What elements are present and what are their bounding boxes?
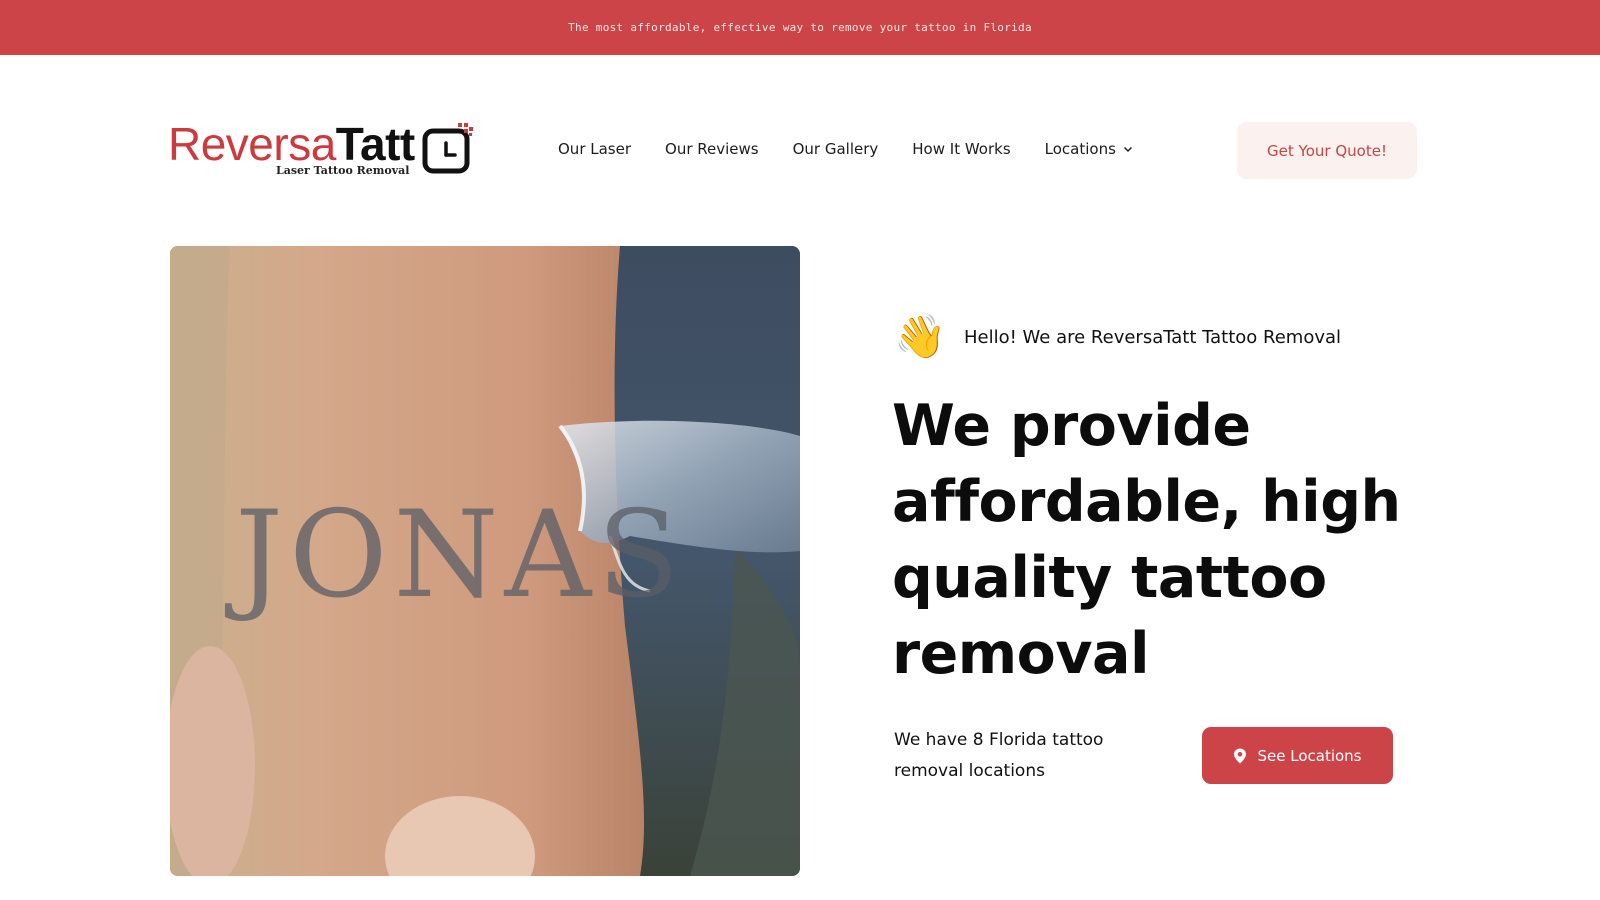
see-locations-label: See Locations (1257, 746, 1362, 765)
nav-our-gallery[interactable]: Our Gallery (793, 140, 879, 158)
tattoo-lettering: JONAS (224, 486, 685, 625)
hero-greeting: 👋 Hello! We are ReversaTatt Tattoo Remov… (894, 311, 1341, 363)
nav-our-reviews[interactable]: Our Reviews (665, 140, 759, 158)
logo-wordmark: ReversaTatt (168, 119, 415, 169)
nav-locations[interactable]: Locations (1045, 140, 1134, 158)
logo-tagline: Laser Tattoo Removal (276, 164, 410, 177)
announcement-bar: The most affordable, effective way to re… (0, 0, 1600, 55)
hero-headline: We provide affordable, high quality tatt… (892, 393, 1401, 687)
site-logo[interactable]: ReversaTatt Laser Tattoo Removal (168, 117, 474, 181)
chevron-down-icon (1123, 147, 1132, 152)
clock-logo-icon (422, 123, 473, 174)
greeting-text: Hello! We are ReversaTatt Tattoo Removal (964, 326, 1342, 348)
get-quote-button[interactable]: Get Your Quote! (1237, 122, 1417, 179)
logo-name-part1: Reversa (168, 118, 336, 170)
logo-name-part2: Tatt (335, 118, 415, 170)
locations-text: We have 8 Florida tattoo removal locatio… (894, 730, 1104, 781)
main-nav: Our Laser Our Reviews Our Gallery How It… (558, 137, 1134, 161)
hero-image: JONAS (170, 246, 800, 876)
see-locations-button[interactable]: See Locations (1202, 727, 1393, 784)
tattoo-removal-photo: JONAS (170, 246, 800, 876)
announcement-text: The most affordable, effective way to re… (568, 21, 1032, 34)
map-pin-icon (1234, 748, 1247, 763)
nav-our-laser[interactable]: Our Laser (558, 140, 631, 158)
nav-locations-label: Locations (1044, 140, 1116, 158)
nav-how-it-works[interactable]: How It Works (912, 140, 1010, 158)
waving-hand-icon: 👋 (894, 313, 947, 360)
